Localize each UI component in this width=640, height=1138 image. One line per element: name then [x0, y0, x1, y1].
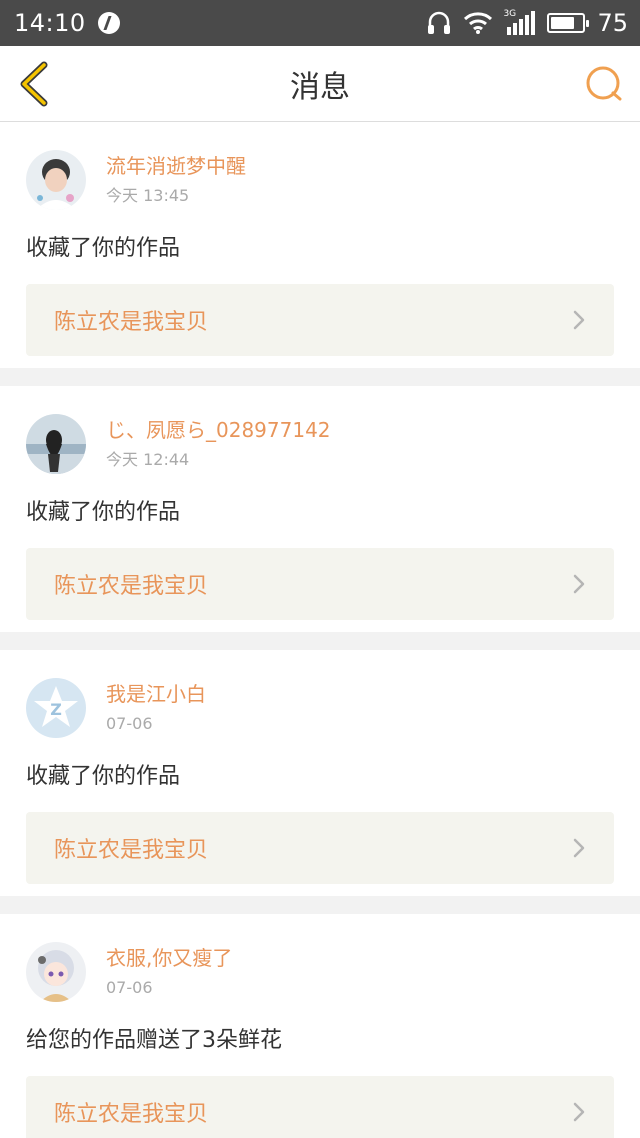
message-card: 衣服,你又瘦了 07-06 给您的作品赠送了3朵鲜花 陈立农是我宝贝	[0, 914, 640, 1138]
nav-bar: 消息	[0, 46, 640, 122]
avatar[interactable]	[26, 942, 86, 1002]
status-time: 14:10	[14, 9, 86, 37]
chevron-right-icon	[573, 310, 585, 330]
work-link[interactable]: 陈立农是我宝贝	[26, 1076, 614, 1138]
message-list: 流年消逝梦中醒 今天 13:45 收藏了你的作品 陈立农是我宝贝 じ、夙愿ら_0…	[0, 122, 640, 1138]
username[interactable]: 流年消逝梦中醒	[106, 152, 246, 180]
work-link[interactable]: 陈立农是我宝贝	[26, 548, 614, 620]
chevron-right-icon	[573, 838, 585, 858]
status-icons: 3G 75	[427, 9, 628, 37]
network-type: 3G	[503, 9, 517, 19]
search-icon[interactable]	[584, 64, 624, 104]
message-time: 07-06	[106, 714, 153, 733]
work-title: 陈立农是我宝贝	[54, 574, 209, 599]
message-card: Z 我是江小白 07-06 收藏了你的作品 陈立农是我宝贝	[0, 650, 640, 896]
message-action: 收藏了你的作品	[26, 764, 181, 789]
message-time: 07-06	[106, 978, 153, 997]
wifi-icon	[464, 12, 493, 34]
username[interactable]: 我是江小白	[106, 680, 206, 708]
work-link[interactable]: 陈立农是我宝贝	[26, 812, 614, 884]
message-time: 今天 13:45	[106, 186, 190, 205]
work-title: 陈立农是我宝贝	[54, 310, 209, 335]
avatar[interactable]: Z	[26, 678, 86, 738]
message-action: 收藏了你的作品	[26, 236, 181, 261]
avatar[interactable]	[26, 414, 86, 474]
message-header: Z 我是江小白 07-06	[26, 676, 614, 740]
page-title: 消息	[290, 69, 350, 105]
message-card: じ、夙愿ら_028977142 今天 12:44 收藏了你的作品 陈立农是我宝贝	[0, 386, 640, 632]
message-time: 今天 12:44	[106, 450, 190, 469]
work-link[interactable]: 陈立农是我宝贝	[26, 284, 614, 356]
username[interactable]: じ、夙愿ら_028977142	[106, 416, 331, 444]
message-card: 流年消逝梦中醒 今天 13:45 收藏了你的作品 陈立农是我宝贝	[0, 122, 640, 368]
signal-icon: 3G	[503, 9, 536, 35]
svg-text:Z: Z	[50, 700, 62, 719]
speed-icon	[97, 12, 120, 34]
avatar[interactable]	[26, 150, 86, 210]
battery-fill	[551, 17, 574, 29]
message-header: じ、夙愿ら_028977142 今天 12:44	[26, 412, 614, 476]
battery-icon	[547, 13, 590, 33]
status-bar: 14:10 3G 75	[0, 0, 640, 46]
chevron-right-icon	[573, 574, 585, 594]
message-header: 流年消逝梦中醒 今天 13:45	[26, 148, 614, 212]
message-header: 衣服,你又瘦了 07-06	[26, 940, 614, 1004]
message-action: 给您的作品赠送了3朵鲜花	[26, 1028, 282, 1053]
headphones-icon	[428, 11, 451, 34]
username[interactable]: 衣服,你又瘦了	[106, 944, 232, 972]
work-title: 陈立农是我宝贝	[54, 1102, 209, 1127]
work-title: 陈立农是我宝贝	[54, 838, 209, 863]
back-chevron-icon[interactable]	[16, 60, 56, 108]
message-action: 收藏了你的作品	[26, 500, 181, 525]
battery-percent: 75	[597, 9, 628, 37]
chevron-right-icon	[573, 1102, 585, 1122]
